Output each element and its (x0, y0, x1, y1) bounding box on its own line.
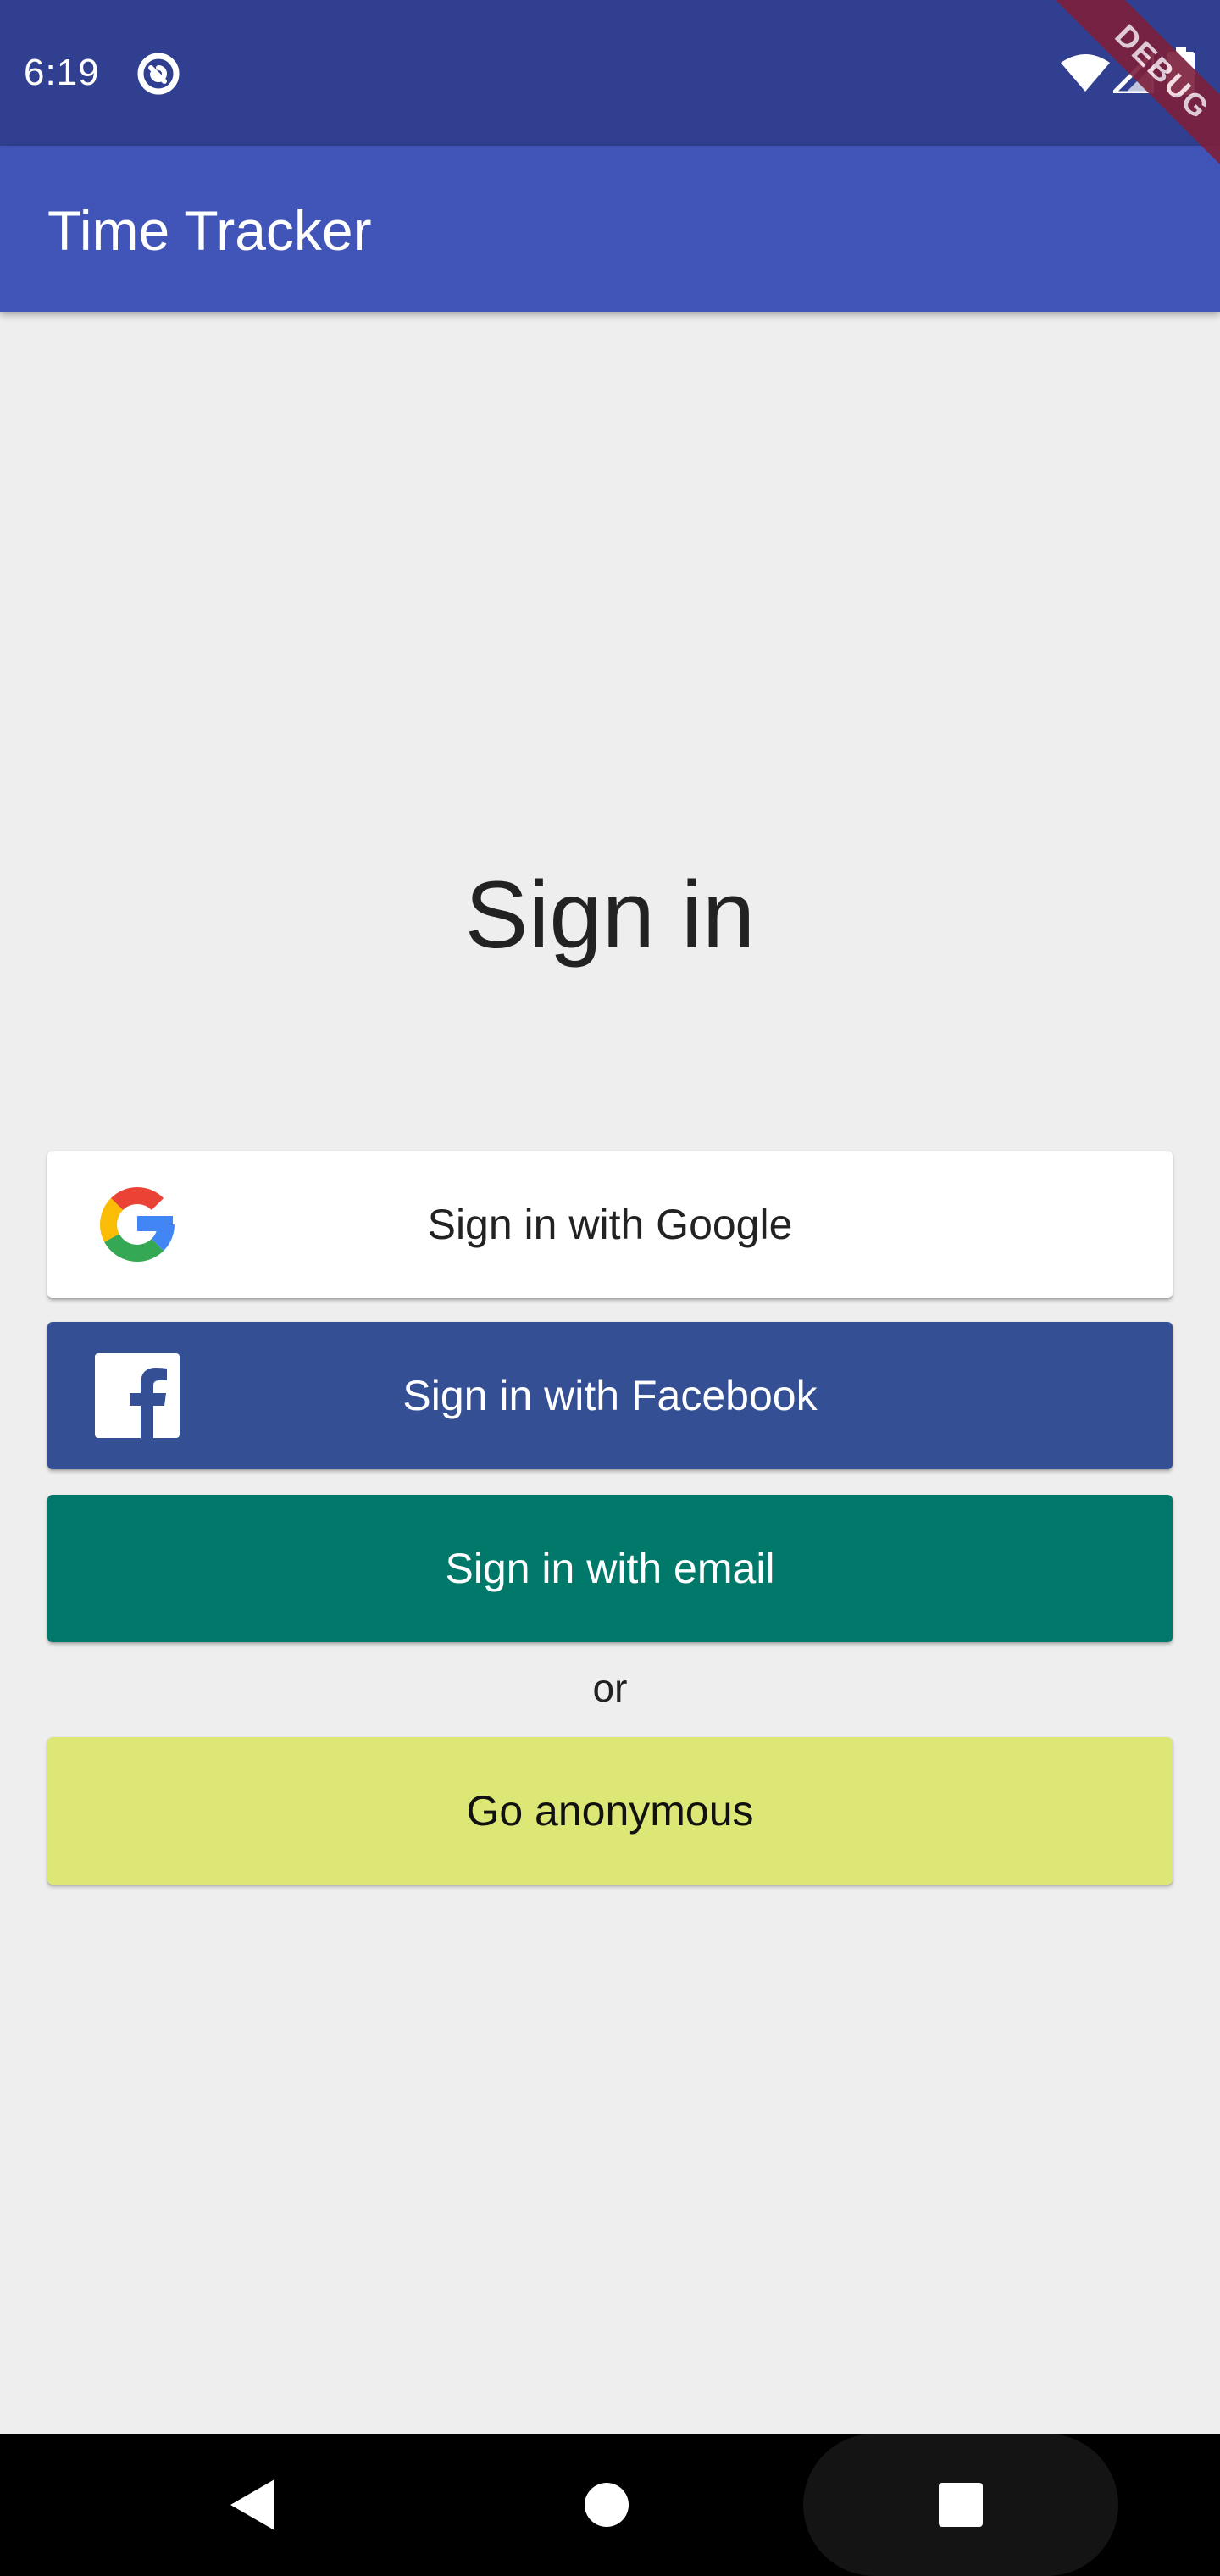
app-title: Time Tracker (47, 199, 372, 262)
home-icon[interactable] (585, 2483, 629, 2527)
sign-in-google-label: Sign in with Google (427, 1201, 793, 1248)
sign-in-email-label: Sign in with email (445, 1545, 775, 1592)
app-notification-icon (137, 53, 180, 95)
go-anonymous-label: Go anonymous (466, 1787, 754, 1835)
sign-in-email-button[interactable]: Sign in with email (47, 1495, 1173, 1642)
navigation-bar (0, 2434, 1220, 2576)
sign-in-facebook-button[interactable]: Sign in with Facebook (47, 1322, 1173, 1469)
back-icon[interactable] (227, 2471, 295, 2539)
recents-icon[interactable] (939, 2483, 983, 2527)
app-bar: Time Tracker (0, 146, 1220, 312)
status-bar: 6:19 (0, 0, 1220, 146)
sign-in-facebook-label: Sign in with Facebook (402, 1372, 818, 1419)
wifi-icon (1061, 54, 1110, 92)
sign-in-google-button[interactable]: Sign in with Google (47, 1151, 1173, 1298)
go-anonymous-button[interactable]: Go anonymous (47, 1737, 1173, 1885)
status-time: 6:19 (24, 52, 100, 93)
page-title: Sign in (464, 862, 756, 968)
or-separator: or (592, 1666, 628, 1710)
